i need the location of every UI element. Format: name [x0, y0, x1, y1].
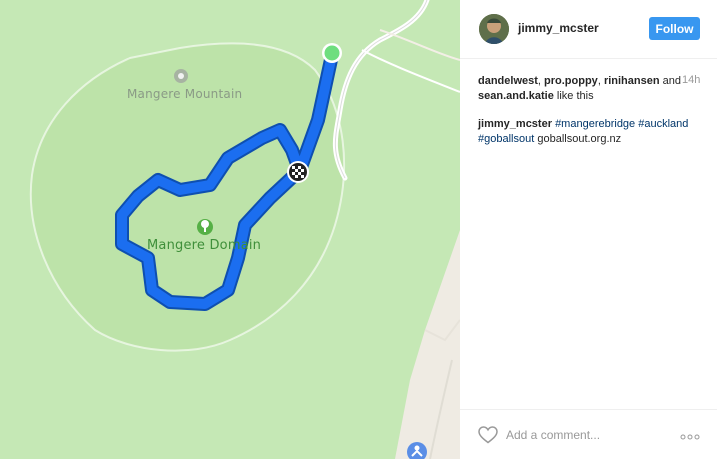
likes-text: dandelwest, pro.poppy, rinihansen and se…	[478, 75, 681, 102]
liker-2[interactable]: pro.poppy	[544, 75, 598, 87]
liker-4[interactable]: sean.and.katie	[478, 90, 554, 102]
comment-bar: Add a comment...	[460, 409, 717, 460]
comment-input[interactable]: Add a comment...	[506, 428, 600, 442]
map-image: Mangere Mountain Mangere Domain	[0, 0, 460, 459]
post-header: jimmy_mcster Follow	[460, 0, 717, 59]
start-marker-icon	[322, 43, 342, 63]
avatar-image	[479, 14, 509, 44]
liker-1[interactable]: dandelwest	[478, 75, 538, 87]
hashtag-goballsout[interactable]: #goballsout	[478, 133, 534, 145]
hashtag-mangerebridge[interactable]: #mangerebridge	[555, 118, 635, 130]
pin-icon	[174, 69, 188, 83]
caption-username[interactable]: jimmy_mcster	[478, 118, 552, 130]
likes-suffix: like this	[556, 90, 594, 102]
caption: jimmy_mcster #mangerebridge #auckland #g…	[478, 117, 698, 147]
map-canvas	[0, 0, 460, 459]
tree-icon	[197, 219, 213, 235]
map-label-mountain: Mangere Mountain	[127, 87, 243, 101]
finish-flag-icon	[287, 161, 309, 183]
post-time[interactable]: 14h	[682, 74, 700, 86]
username-link[interactable]: jimmy_mcster	[518, 21, 599, 35]
avatar[interactable]	[479, 14, 509, 44]
heart-icon[interactable]	[478, 426, 498, 444]
hashtag-auckland[interactable]: #auckland	[638, 118, 688, 130]
liker-3[interactable]: rinihansen	[604, 75, 660, 87]
map-label-domain: Mangere Domain	[147, 238, 262, 253]
more-options-icon[interactable]	[680, 434, 700, 440]
follow-button[interactable]: Follow	[649, 17, 700, 40]
post-panel: jimmy_mcster Follow dandelwest, pro.popp…	[460, 0, 717, 459]
caption-link: goballsout.org.nz	[537, 133, 622, 145]
